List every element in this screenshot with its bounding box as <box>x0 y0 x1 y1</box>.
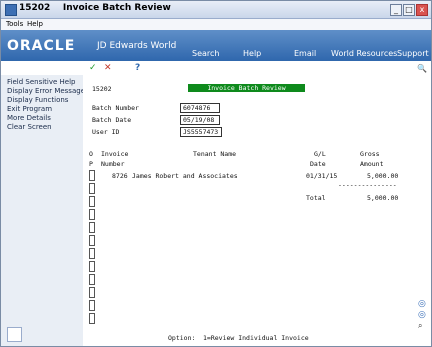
batch-date-label: Batch Date <box>92 116 132 124</box>
invoice-number: 8726 <box>112 172 128 180</box>
col-header-date: Date <box>310 160 326 168</box>
batch-date-field[interactable]: 05/19/08 <box>180 115 220 125</box>
total-label: Total <box>306 194 326 202</box>
right-rail: ◎ ◎ ⌕ <box>415 75 431 346</box>
toolbar: ✓ ✕ ? 🔍 <box>1 62 431 75</box>
menu-bar: Tools Help <box>1 19 431 30</box>
menu-tools[interactable]: Tools <box>6 20 23 28</box>
col-header-gross: Gross <box>360 150 380 158</box>
nav-support-link[interactable]: Support <box>397 49 429 58</box>
oracle-logo: ORACLE <box>7 38 76 54</box>
sidebar-item-exit-program[interactable]: Exit Program <box>7 105 52 113</box>
cancel-icon[interactable]: ✕ <box>104 64 112 73</box>
page-down-icon[interactable]: ◎ <box>418 310 426 320</box>
option-field[interactable] <box>89 274 95 285</box>
title-bar: 15202 Invoice Batch Review _ □ x <box>1 1 431 19</box>
product-name: JD Edwards World <box>97 41 177 51</box>
nav-search-link[interactable]: Search <box>192 49 219 58</box>
total-amount: 5,000.00 <box>367 194 399 202</box>
user-id-label: User ID <box>92 128 120 136</box>
option-field[interactable] <box>89 222 95 233</box>
sidebar-item-clear-screen[interactable]: Clear Screen <box>7 123 52 131</box>
zoom-icon[interactable]: ⌕ <box>418 321 422 331</box>
option-label: Option: <box>168 334 196 342</box>
page-up-icon[interactable]: ◎ <box>418 299 426 309</box>
batch-number-label: Batch Number <box>92 104 139 112</box>
application-window: 15202 Invoice Batch Review _ □ x Tools H… <box>0 0 432 347</box>
option-field[interactable] <box>89 300 95 311</box>
window-title: 15202 Invoice Batch Review <box>19 3 171 13</box>
app-icon <box>5 4 17 16</box>
program-id: 15202 <box>92 85 112 93</box>
sidebar-item-field-sensitive-help[interactable]: Field Sensitive Help <box>7 78 75 86</box>
sidebar-item-display-functions[interactable]: Display Functions <box>7 96 68 104</box>
option-field[interactable] <box>89 170 95 181</box>
col-header-gl: G/L <box>314 150 326 158</box>
option-field[interactable] <box>89 183 95 194</box>
col-header-p: P <box>89 160 93 168</box>
option-field[interactable] <box>89 261 95 272</box>
option-field[interactable] <box>89 287 95 298</box>
total-separator: --------------- <box>338 181 397 189</box>
nav-help-link[interactable]: Help <box>243 49 261 58</box>
form-area: 15202 Invoice Batch Review Batch Number … <box>83 75 415 346</box>
sidebar-item-display-error-message[interactable]: Display Error Message <box>7 87 85 95</box>
col-header-amount: Amount <box>360 160 384 168</box>
search-icon[interactable]: 🔍 <box>417 64 427 73</box>
batch-number-field[interactable]: 6074876 <box>180 103 220 113</box>
col-header-o: O <box>89 150 93 158</box>
gross-amount: 5,000.00 <box>367 172 399 180</box>
oracle-banner: ORACLE JD Edwards World Search Help Emai… <box>1 30 431 61</box>
gl-date: 01/31/15 <box>306 172 338 180</box>
sidebar-corner-box <box>7 327 22 342</box>
option-field[interactable] <box>89 235 95 246</box>
ok-icon[interactable]: ✓ <box>89 64 97 73</box>
tenant-name: James Robert and Associates <box>132 172 238 180</box>
option-field[interactable] <box>89 196 95 207</box>
user-id-field[interactable]: JS5557473 <box>180 127 222 137</box>
nav-world-resources-link[interactable]: World Resources <box>331 49 397 58</box>
col-header-tenant-name: Tenant Name <box>193 150 237 158</box>
function-sidebar: Field Sensitive Help Display Error Messa… <box>1 75 85 346</box>
col-header-invoice: Invoice <box>101 150 129 158</box>
nav-email-link[interactable]: Email <box>294 49 316 58</box>
option-field[interactable] <box>89 313 95 324</box>
option-field[interactable] <box>89 209 95 220</box>
close-button[interactable]: x <box>416 4 428 16</box>
menu-help[interactable]: Help <box>27 20 43 28</box>
help-icon[interactable]: ? <box>135 64 140 73</box>
col-header-number: Number <box>101 160 125 168</box>
option-text: 1=Review Individual Invoice <box>203 334 309 342</box>
maximize-button[interactable]: □ <box>403 4 415 16</box>
option-field[interactable] <box>89 248 95 259</box>
screen-title: Invoice Batch Review <box>188 84 305 92</box>
sidebar-item-more-details[interactable]: More Details <box>7 114 51 122</box>
minimize-button[interactable]: _ <box>390 4 402 16</box>
